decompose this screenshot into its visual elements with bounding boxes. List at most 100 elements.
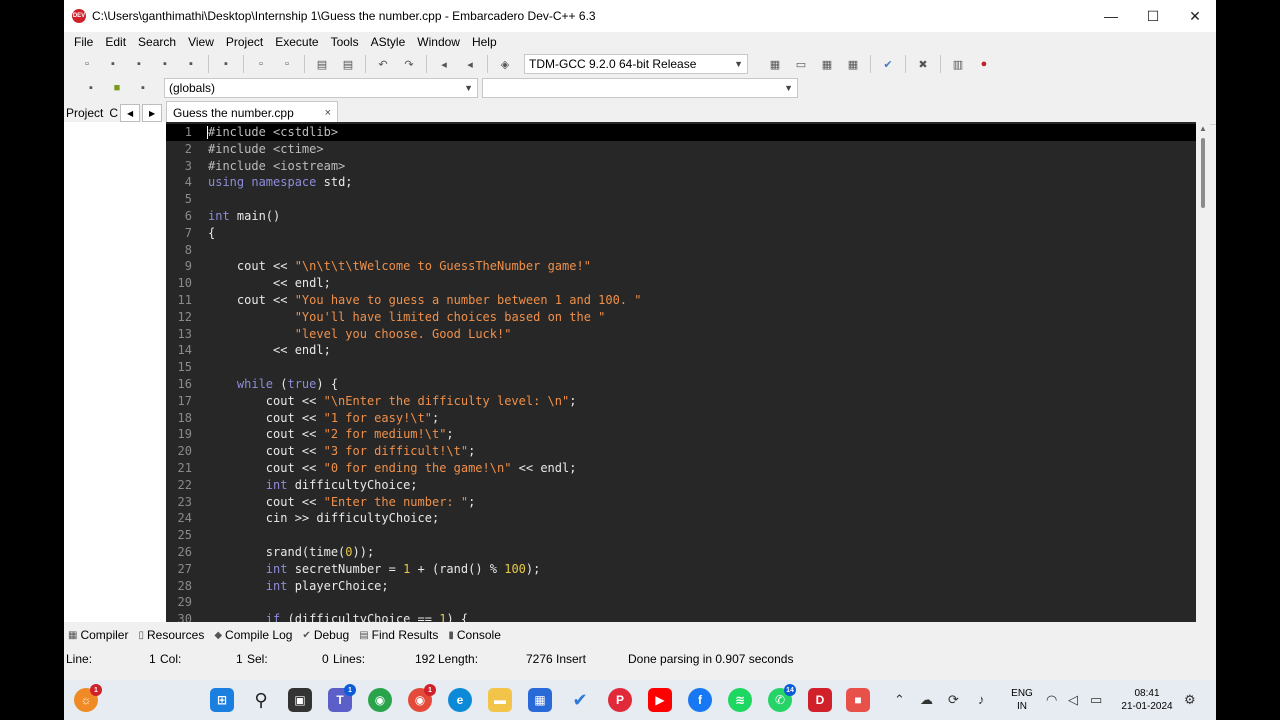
code-line[interactable]: 22 int difficultyChoice; — [166, 477, 1196, 494]
tab-scroll-right-icon[interactable]: ▶ — [142, 104, 163, 122]
code-line[interactable]: 9 cout << "\n\t\t\tWelcome to GuessTheNu… — [166, 258, 1196, 275]
chrome-profile-icon[interactable]: ◉ 1 — [408, 684, 436, 712]
weather-icon[interactable]: ☼ 1 — [74, 684, 102, 712]
code-line[interactable]: 28 int playerChoice; — [166, 578, 1196, 595]
start-menu-icon[interactable]: ⊞ — [210, 688, 234, 712]
code-line[interactable]: 17 cout << "\nEnter the difficulty level… — [166, 393, 1196, 410]
compiler-select[interactable]: TDM-GCC 9.2.0 64-bit Release ▼ — [524, 54, 748, 74]
code-line[interactable]: 11 cout << "You have to guess a number b… — [166, 292, 1196, 309]
insert-icon[interactable]: ▪ — [81, 78, 101, 98]
maximize-button[interactable]: ☐ — [1132, 0, 1174, 32]
devcpp-taskbar-icon[interactable]: D — [808, 688, 832, 712]
code-line[interactable]: 20 cout << "3 for difficult!\t"; — [166, 443, 1196, 460]
menu-file[interactable]: File — [68, 32, 99, 52]
stop-icon[interactable]: ✖ — [913, 54, 933, 74]
save-icon[interactable]: ▪ — [129, 54, 149, 74]
rebuild-icon[interactable]: ▦ — [843, 54, 863, 74]
chevron-up-icon[interactable]: ⌃ — [894, 692, 905, 708]
back-icon[interactable]: ◂ — [434, 54, 454, 74]
run-icon[interactable]: ▭ — [791, 54, 811, 74]
close-tab-icon[interactable]: × — [325, 107, 331, 119]
code-line[interactable]: 19 cout << "2 for medium!\t"; — [166, 426, 1196, 443]
language-indicator[interactable]: ENG IN — [1008, 687, 1036, 713]
code-line[interactable]: 15 — [166, 359, 1196, 376]
code-line[interactable]: 10 << endl; — [166, 275, 1196, 292]
menu-execute[interactable]: Execute — [269, 32, 324, 52]
task-view-icon[interactable]: ▣ — [288, 688, 312, 712]
menu-astyle[interactable]: AStyle — [365, 32, 412, 52]
code-line[interactable]: 2 #include <ctime> — [166, 141, 1196, 158]
youtube-icon[interactable]: ▶ — [648, 688, 672, 712]
tab-scroll-left-icon[interactable]: ◀ — [120, 104, 141, 122]
code-line[interactable]: 7{ — [166, 225, 1196, 242]
print-icon[interactable]: ▪ — [216, 54, 236, 74]
syntax-check-icon[interactable]: ✔ — [878, 54, 898, 74]
new-file-icon[interactable]: ▫ — [77, 54, 97, 74]
code-line[interactable]: 24 cin >> difficultyChoice; — [166, 510, 1196, 527]
close-window-button[interactable]: ✕ — [1174, 0, 1216, 32]
cloud-icon[interactable]: ☁ — [920, 692, 933, 708]
microphone-icon[interactable]: ♪ — [978, 692, 985, 707]
indent-icon[interactable]: ▤ — [312, 54, 332, 74]
code-line[interactable]: 8 — [166, 242, 1196, 259]
search-icon[interactable]: ⚲ — [249, 688, 273, 712]
close-file-icon[interactable]: ▪ — [181, 54, 201, 74]
code-line[interactable]: 4 using namespace std; — [166, 174, 1196, 191]
menu-help[interactable]: Help — [466, 32, 503, 52]
code-line[interactable]: 14 << endl; — [166, 342, 1196, 359]
menu-search[interactable]: Search — [132, 32, 182, 52]
save-all-icon[interactable]: ▪ — [155, 54, 175, 74]
code-line[interactable]: 30 if (difficultyChoice == 1) { — [166, 611, 1196, 622]
chrome-icon[interactable]: ◉ — [368, 688, 392, 712]
code-line[interactable]: 12 "You'll have limited choices based on… — [166, 309, 1196, 326]
code-line[interactable]: 23 cout << "Enter the number: "; — [166, 494, 1196, 511]
wifi-icon[interactable]: ◠ — [1046, 692, 1057, 708]
code-line[interactable]: 25 — [166, 527, 1196, 544]
code-line[interactable]: 5 — [166, 191, 1196, 208]
tab-debug[interactable]: ✔ Debug — [302, 628, 349, 642]
tab-find-results[interactable]: ▤ Find Results — [359, 628, 438, 642]
scrollbar-thumb[interactable] — [1201, 138, 1205, 208]
bookmark-icon[interactable]: ◈ — [495, 54, 515, 74]
code-line[interactable]: 13 "level you choose. Good Luck!" — [166, 326, 1196, 343]
menu-window[interactable]: Window — [411, 32, 466, 52]
pinterest-icon[interactable]: P — [608, 688, 632, 712]
code-line[interactable]: 29 — [166, 594, 1196, 611]
code-line[interactable]: 16 while (true) { — [166, 376, 1196, 393]
spotify-icon[interactable]: ≋ — [728, 688, 752, 712]
menu-project[interactable]: Project — [220, 32, 269, 52]
recorder-icon[interactable]: ■ — [846, 688, 870, 712]
code-line[interactable]: 26 srand(time(0)); — [166, 544, 1196, 561]
debug-icon[interactable]: ● — [974, 54, 994, 74]
undo-icon[interactable]: ↶ — [373, 54, 393, 74]
code-line[interactable]: 27 int secretNumber = 1 + (rand() % 100)… — [166, 561, 1196, 578]
battery-icon[interactable]: ▭ — [1090, 692, 1102, 708]
profile-icon[interactable]: ▥ — [948, 54, 968, 74]
open-file-icon[interactable]: ▪ — [103, 54, 123, 74]
minimize-button[interactable]: — — [1090, 0, 1132, 32]
tab-compiler[interactable]: ▦ Compiler — [68, 628, 128, 642]
menu-tools[interactable]: Tools — [325, 32, 365, 52]
scroll-up-icon[interactable]: ▲ — [1199, 124, 1207, 133]
tab-compile-log[interactable]: ◆ Compile Log — [214, 628, 292, 642]
compile-run-icon[interactable]: ▦ — [817, 54, 837, 74]
code-editor[interactable]: 1 #include <cstdlib> 2 #include <ctime> 3 #in… — [166, 122, 1196, 622]
teams-icon[interactable]: T1 — [328, 684, 356, 712]
forward-icon[interactable]: ◂ — [460, 54, 480, 74]
code-line[interactable]: 6 int main() — [166, 208, 1196, 225]
project-panel[interactable] — [64, 122, 167, 622]
code-line[interactable]: 21 cout << "0 for ending the game!\n" <<… — [166, 460, 1196, 477]
file-explorer-icon[interactable]: ▬ — [488, 688, 512, 712]
tab-resources[interactable]: ▯ Resources — [138, 628, 204, 642]
whatsapp-icon[interactable]: ✆ 14 — [768, 684, 796, 712]
code-line[interactable]: 18 cout << "1 for easy!\t"; — [166, 410, 1196, 427]
todo-icon[interactable]: ✔ — [568, 688, 592, 712]
replace-icon[interactable]: ▫ — [277, 54, 297, 74]
scope-select[interactable]: (globals) ▼ — [164, 78, 478, 98]
tab-guess-the-number[interactable]: Guess the number.cpp × — [166, 101, 338, 123]
find-icon[interactable]: ▫ — [251, 54, 271, 74]
tab-console[interactable]: ▮ Console — [448, 628, 501, 642]
toggle-bookmark-icon[interactable]: ■ — [107, 78, 127, 98]
volume-icon[interactable]: ◁ — [1068, 692, 1078, 708]
menu-edit[interactable]: Edit — [99, 32, 132, 52]
